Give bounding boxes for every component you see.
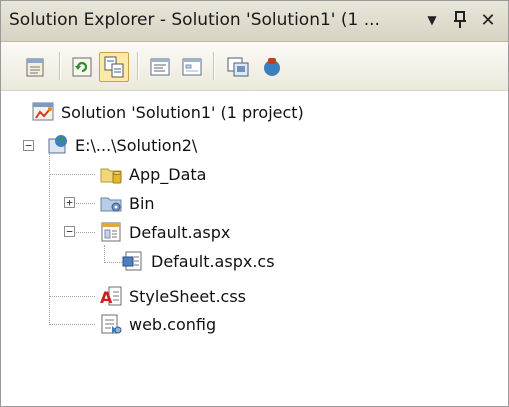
config-file-icon bbox=[101, 314, 122, 334]
toolbar-separator bbox=[59, 52, 60, 80]
asp-net-configuration-icon[interactable] bbox=[257, 52, 287, 82]
tree-node-web-config[interactable]: web.config bbox=[99, 311, 216, 337]
view-code-icon[interactable] bbox=[145, 52, 175, 82]
tree-node-stylesheet-css[interactable]: A StyleSheet.css bbox=[99, 283, 246, 309]
nest-related-files-icon[interactable] bbox=[99, 52, 129, 82]
tree-node-label: App_Data bbox=[129, 164, 207, 184]
toolbar-separator bbox=[137, 52, 138, 80]
aspx-page-icon bbox=[101, 222, 121, 242]
svg-text:A: A bbox=[100, 288, 113, 307]
css-file-icon: A bbox=[100, 286, 122, 307]
tree-connector bbox=[104, 245, 105, 263]
tree-node-label: Solution 'Solution1' (1 project) bbox=[61, 102, 304, 122]
window-title: Solution Explorer - Solution 'Solution1'… bbox=[9, 10, 380, 30]
solution-icon bbox=[32, 102, 54, 121]
folder-bin-icon bbox=[100, 197, 122, 212]
tree-connector bbox=[49, 174, 95, 175]
toolbar-separator bbox=[213, 52, 214, 80]
tree-node-label: Default.aspx.cs bbox=[151, 251, 275, 271]
close-icon[interactable]: ✕ bbox=[477, 9, 499, 31]
tree-node-solution[interactable]: Solution 'Solution1' (1 project) bbox=[31, 99, 304, 125]
collapse-toggle[interactable]: − bbox=[64, 226, 75, 237]
refresh-icon[interactable] bbox=[67, 52, 97, 82]
tree-node-label: Default.aspx bbox=[129, 222, 231, 242]
tree-node-label: Bin bbox=[129, 193, 155, 213]
tree-connector bbox=[104, 262, 122, 263]
solution-tree: Solution 'Solution1' (1 project) − E:\..… bbox=[1, 91, 508, 406]
collapse-toggle[interactable]: − bbox=[23, 140, 34, 151]
tree-node-label: E:\...\Solution2\ bbox=[75, 135, 198, 155]
tree-node-label: web.config bbox=[129, 314, 217, 334]
copy-web-site-icon[interactable] bbox=[223, 52, 253, 82]
folder-app-data-icon bbox=[100, 168, 122, 184]
cs-code-file-icon bbox=[122, 251, 142, 271]
tree-node-default-aspx[interactable]: Default.aspx bbox=[99, 219, 230, 245]
tree-connector bbox=[49, 324, 95, 325]
tree-node-project[interactable]: E:\...\Solution2\ bbox=[45, 132, 197, 158]
expand-toggle[interactable]: + bbox=[64, 197, 75, 208]
web-project-icon bbox=[48, 135, 67, 154]
view-designer-icon[interactable] bbox=[177, 52, 207, 82]
properties-icon[interactable] bbox=[21, 52, 51, 82]
tree-node-default-aspx-cs[interactable]: Default.aspx.cs bbox=[121, 248, 275, 274]
auto-hide-pin-icon[interactable] bbox=[449, 9, 471, 31]
title-bar: Solution Explorer - Solution 'Solution1'… bbox=[1, 1, 508, 42]
tree-node-bin[interactable]: Bin bbox=[99, 190, 155, 216]
window-position-dropdown-icon[interactable]: ▼ bbox=[421, 9, 443, 31]
solution-explorer-panel: Solution Explorer - Solution 'Solution1'… bbox=[0, 0, 509, 407]
tree-node-app-data[interactable]: App_Data bbox=[99, 161, 206, 187]
tree-connector bbox=[49, 296, 95, 297]
toolbar bbox=[1, 42, 508, 91]
tree-node-label: StyleSheet.css bbox=[129, 286, 246, 306]
